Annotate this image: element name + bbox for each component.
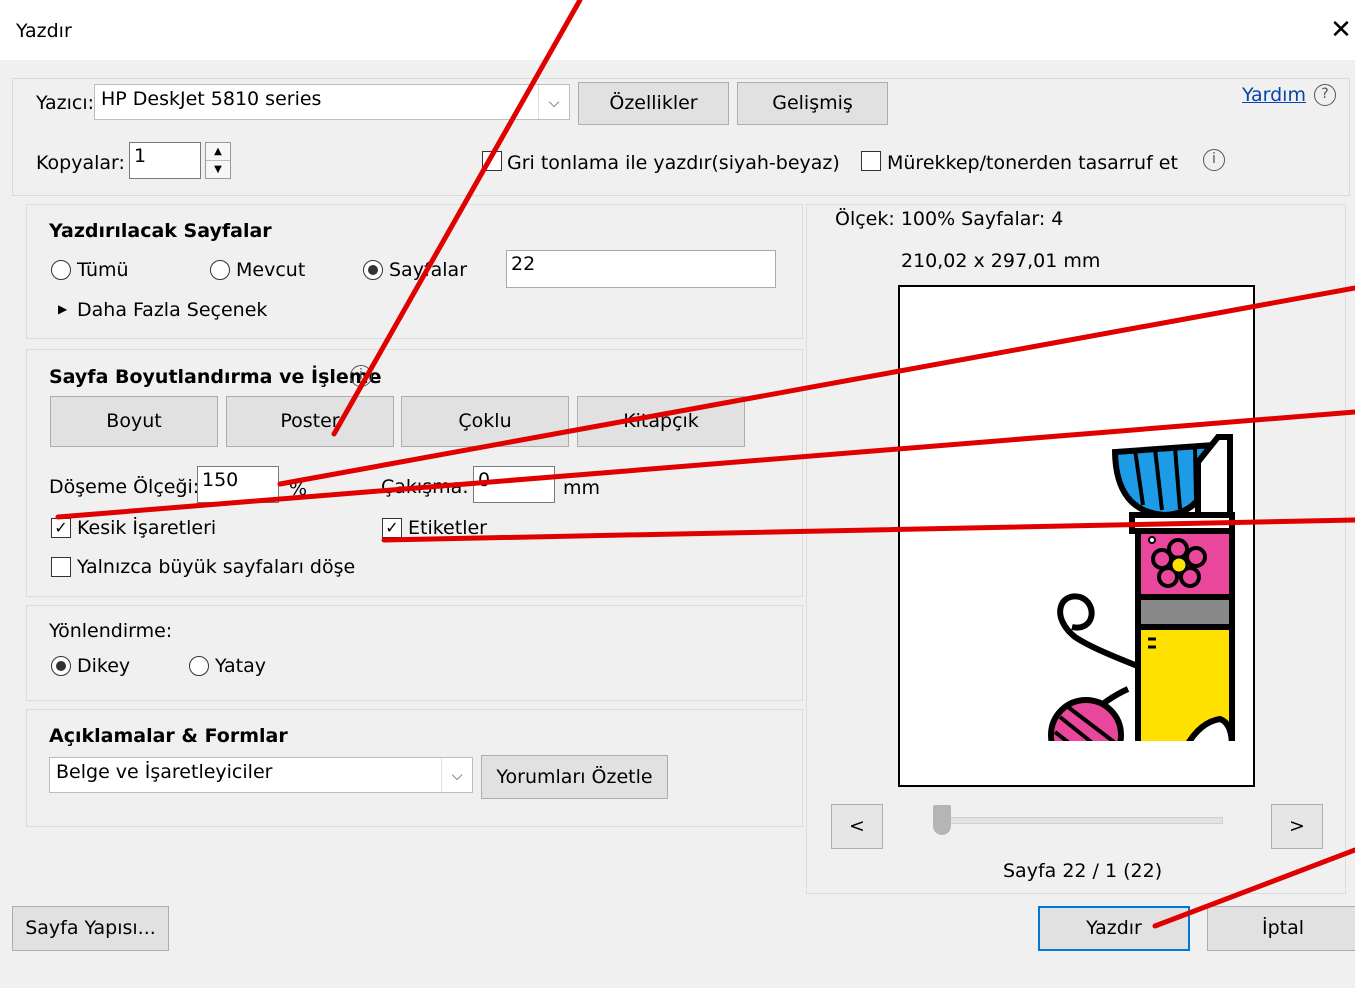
comments-section-title: Açıklamalar & Formlar: [49, 725, 288, 747]
chevron-down-icon: ⌵: [538, 85, 569, 119]
chevron-down-icon: ⌵: [441, 758, 472, 792]
tab-poster[interactable]: Poster: [226, 396, 394, 447]
overlap-label: Çakışma:: [381, 476, 469, 498]
radio-all-label: Tümü: [77, 259, 129, 281]
copies-input[interactable]: 1: [129, 142, 201, 179]
page-slider-track[interactable]: [941, 817, 1223, 824]
next-page-button[interactable]: >: [1271, 804, 1323, 849]
large-pages-label: Yalnızca büyük sayfaları döşe: [77, 556, 356, 578]
tile-scale-label: Döşeme Ölçeği:: [49, 476, 200, 498]
pages-section-title: Yazdırılacak Sayfalar: [49, 220, 272, 242]
page-illustration: [900, 434, 1253, 785]
printer-select[interactable]: HP DeskJet 5810 series ⌵: [94, 84, 570, 120]
summarize-comments-button[interactable]: Yorumları Özetle: [481, 755, 668, 799]
radio-portrait-label: Dikey: [77, 655, 131, 677]
preview-scale-text: Ölçek: 100% Sayfalar: 4: [835, 208, 1064, 230]
printer-value: HP DeskJet 5810 series: [101, 88, 322, 110]
comments-select[interactable]: Belge ve İşaretleyiciler ⌵: [49, 757, 473, 793]
cut-marks-label: Kesik İşaretleri: [77, 517, 217, 539]
labels-checkbox[interactable]: ✓: [382, 518, 402, 538]
radio-current-label: Mevcut: [236, 259, 306, 281]
printer-label: Yazıcı:: [36, 92, 95, 114]
close-icon[interactable]: ✕: [1327, 16, 1355, 44]
cut-marks-checkbox[interactable]: ✓: [51, 518, 71, 538]
preview-page: [898, 285, 1255, 787]
page-slider-thumb[interactable]: [933, 805, 951, 835]
grayscale-checkbox[interactable]: [482, 151, 502, 171]
overlap-unit: mm: [563, 477, 601, 499]
cancel-button[interactable]: İptal: [1207, 906, 1355, 951]
tile-scale-unit: %: [289, 478, 308, 500]
print-button[interactable]: Yazdır: [1038, 906, 1190, 951]
orientation-title: Yönlendirme:: [49, 620, 173, 642]
copies-label: Kopyalar:: [36, 152, 125, 174]
comments-value: Belge ve İşaretleyiciler: [56, 761, 273, 783]
pages-range-input[interactable]: 22: [506, 250, 776, 288]
copies-stepper[interactable]: ▲ ▼: [205, 142, 231, 179]
ink-save-label: Mürekkep/tonerden tasarruf et: [887, 152, 1178, 174]
grayscale-label: Gri tonlama ile yazdır(siyah-beyaz): [507, 152, 840, 174]
radio-pages[interactable]: [363, 260, 383, 280]
expand-triangle-icon[interactable]: ▶: [58, 302, 67, 316]
properties-button[interactable]: Özellikler: [578, 82, 729, 125]
help-icon[interactable]: ?: [1314, 84, 1336, 106]
overlap-input[interactable]: 0: [473, 466, 555, 503]
window-title: Yazdır: [16, 20, 72, 42]
radio-all[interactable]: [51, 260, 71, 280]
tile-scale-input[interactable]: 150: [197, 466, 279, 503]
stepper-down-icon[interactable]: ▼: [206, 161, 230, 178]
preview-size-text: 210,02 x 297,01 mm: [901, 250, 1101, 272]
radio-current[interactable]: [210, 260, 230, 280]
prev-page-button[interactable]: <: [831, 804, 883, 849]
radio-landscape-label: Yatay: [215, 655, 266, 677]
advanced-button[interactable]: Gelişmiş: [737, 82, 888, 125]
info-icon[interactable]: i: [1203, 149, 1225, 171]
radio-pages-label: Sayfalar: [389, 259, 468, 281]
tab-booklet[interactable]: Kitapçık: [577, 396, 745, 447]
tab-size[interactable]: Boyut: [50, 396, 218, 447]
title-bar: [0, 0, 1355, 60]
tab-multiple[interactable]: Çoklu: [401, 396, 569, 447]
page-indicator: Sayfa 22 / 1 (22): [1003, 860, 1163, 882]
labels-label: Etiketler: [408, 517, 487, 539]
more-options-link[interactable]: Daha Fazla Seçenek: [77, 299, 267, 321]
radio-portrait[interactable]: [51, 656, 71, 676]
page-setup-button[interactable]: Sayfa Yapısı...: [12, 906, 169, 951]
sizing-section-title: Sayfa Boyutlandırma ve İşleme: [49, 366, 382, 388]
info-icon[interactable]: i: [350, 365, 372, 387]
large-pages-checkbox[interactable]: [51, 557, 71, 577]
radio-landscape[interactable]: [189, 656, 209, 676]
ink-save-checkbox[interactable]: [861, 151, 881, 171]
help-link[interactable]: Yardım: [1242, 84, 1306, 106]
stepper-up-icon[interactable]: ▲: [206, 143, 230, 161]
